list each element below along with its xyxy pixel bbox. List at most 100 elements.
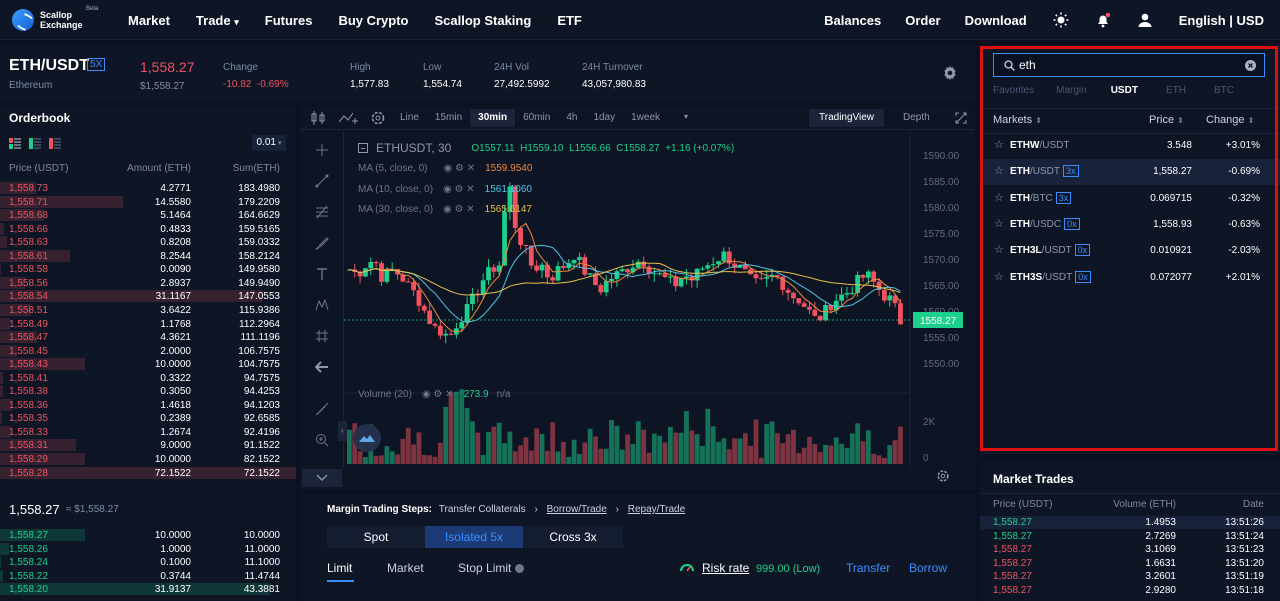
ask-row[interactable]: 1,558.49 1.1768 112.2964	[0, 317, 296, 331]
transfer-button[interactable]: Transfer	[846, 561, 890, 575]
ask-row[interactable]: 1,558.66 0.4833 159.5165	[0, 222, 296, 236]
view-asks-icon[interactable]	[49, 138, 61, 149]
ask-row[interactable]: 1,558.71 14.5580 179.2209	[0, 195, 296, 209]
interval-tab-4h[interactable]: 4h	[558, 109, 585, 127]
ask-row[interactable]: 1,558.41 0.3322 94.7575	[0, 371, 296, 385]
bid-row[interactable]: 1,558.27 10.0000 10.0000	[0, 529, 296, 542]
nav-buy-crypto[interactable]: Buy Crypto	[338, 13, 408, 28]
bid-row[interactable]: 1,558.24 0.1000 11.1000	[0, 556, 296, 569]
nav-balances[interactable]: Balances	[824, 13, 881, 28]
trades-header-date: Date	[1242, 499, 1264, 510]
ask-row[interactable]: 1,558.63 0.8208 159.0332	[0, 236, 296, 249]
mode-cross[interactable]: Cross 3x	[523, 526, 623, 548]
bid-row[interactable]: 1,558.22 0.3744 11.4744	[0, 569, 296, 583]
ask-row[interactable]: 1,558.28 72.1522 72.1522	[0, 466, 296, 480]
brush-icon[interactable]	[315, 236, 329, 250]
collapse-legend-icon[interactable]	[358, 143, 368, 153]
chart-bottom-settings-icon[interactable]	[936, 469, 950, 483]
volume-bar	[411, 444, 416, 464]
nav-order[interactable]: Order	[905, 13, 940, 28]
candle-body	[614, 271, 620, 279]
eye-icon[interactable]: ◉ ⚙ ✕	[422, 389, 454, 400]
language-currency-selector[interactable]: English | USD	[1179, 13, 1264, 28]
back-arrow-icon[interactable]	[315, 360, 329, 374]
candle-type-icon[interactable]	[310, 111, 326, 125]
order-type-limit[interactable]: Limit	[327, 561, 352, 575]
ask-row[interactable]: 1,558.31 9.0000 91.1522	[0, 439, 296, 452]
trades-header-volume: Volume (ETH)	[1113, 499, 1176, 510]
info-icon[interactable]	[514, 564, 524, 574]
zoom-in-icon[interactable]	[315, 433, 329, 447]
nav-etf[interactable]: ETF	[557, 13, 582, 28]
volume-bar	[849, 433, 855, 464]
eye-icon[interactable]: ◉ ⚙ ✕	[443, 184, 475, 195]
indicator-icon[interactable]	[338, 111, 358, 125]
collapse-toolbar-button[interactable]: ‹	[338, 421, 347, 441]
bid-row[interactable]: 1,558.26 1.0000 11.0000	[0, 542, 296, 556]
nav-trade[interactable]: Trade ▾	[196, 13, 239, 28]
eye-icon[interactable]: ◉ ⚙ ✕	[443, 163, 475, 174]
crosshair-icon[interactable]	[315, 143, 329, 157]
ask-row[interactable]: 1,558.61 8.2544 158.2124	[0, 249, 296, 263]
nav-staking[interactable]: Scallop Staking	[435, 13, 532, 28]
ask-row[interactable]: 1,558.51 3.6422 115.9386	[0, 303, 296, 317]
ask-row[interactable]: 1,558.47 4.3621 111.1196	[0, 331, 296, 344]
mode-spot[interactable]: Spot	[327, 526, 425, 548]
interval-tab-1day[interactable]: 1day	[585, 109, 623, 127]
eye-icon[interactable]: ◉ ⚙ ✕	[443, 204, 475, 215]
ma30-legend: MA (30, close, 0) ◉ ⚙ ✕ 1565.6147	[358, 204, 532, 215]
step-repay-link[interactable]: Repay/Trade	[628, 504, 685, 515]
ask-row[interactable]: 1,558.36 1.4618 94.1203	[0, 398, 296, 412]
chevron-down-icon[interactable]: ▾	[684, 112, 688, 121]
ask-row[interactable]: 1,558.38 0.3050 94.4253	[0, 385, 296, 398]
user-avatar-icon[interactable]	[1137, 12, 1153, 28]
ask-depth-bar	[0, 371, 3, 384]
view-bids-icon[interactable]	[29, 138, 41, 149]
ask-row[interactable]: 1,558.58 0.0090 149.9580	[0, 263, 296, 276]
bid-row[interactable]: 1,558.20 31.9137 43.3881	[0, 583, 296, 596]
mode-isolated[interactable]: Isolated 5x	[425, 526, 523, 548]
last-price-usd: $1,558.27	[140, 81, 185, 92]
ask-amount: 1.1768	[160, 318, 191, 330]
precision-select[interactable]: 0.01 ▾	[252, 135, 286, 151]
trend-line-icon[interactable]	[315, 174, 329, 188]
step-borrow-link[interactable]: Borrow/Trade	[547, 504, 607, 515]
logo[interactable]: Scallop Exchange Beta	[12, 6, 130, 31]
view-tab-depth[interactable]: Depth	[893, 109, 940, 127]
interval-tab-60min[interactable]: 60min	[515, 109, 558, 127]
interval-tab-15min[interactable]: 15min	[427, 109, 470, 127]
ask-row[interactable]: 1,558.33 1.2674 92.4196	[0, 425, 296, 439]
chart-settings-gear-icon[interactable]	[370, 110, 386, 126]
borrow-button[interactable]: Borrow	[909, 561, 947, 575]
interval-tab-30min[interactable]: 30min	[470, 109, 516, 127]
notification-bell-icon[interactable]	[1095, 12, 1111, 28]
order-type-stop-limit[interactable]: Stop Limit	[458, 561, 524, 575]
nav-futures[interactable]: Futures	[265, 13, 313, 28]
nav-market[interactable]: Market	[128, 13, 170, 28]
theme-sun-icon[interactable]	[1053, 12, 1069, 28]
risk-rate[interactable]: Risk rate 999.00 (Low)	[702, 561, 820, 575]
text-tool-icon[interactable]	[315, 267, 329, 281]
ask-row[interactable]: 1,558.35 0.2389 92.6585	[0, 412, 296, 425]
candlestick-chart[interactable]: 1590.00 1585.00 1580.00 1575.00 1570.00 1565.…	[344, 131, 975, 469]
order-type-market[interactable]: Market	[387, 561, 424, 575]
measure-icon[interactable]	[315, 329, 329, 343]
ask-row[interactable]: 1,558.45 2.0000 106.7575	[0, 344, 296, 358]
collapse-chart-button[interactable]	[302, 469, 342, 487]
fib-icon[interactable]	[315, 205, 329, 219]
ask-row[interactable]: 1,558.56 2.8937 149.9490	[0, 276, 296, 290]
interval-tab-1week[interactable]: 1week	[623, 109, 668, 127]
ask-row[interactable]: 1,558.73 4.2771 183.4980	[0, 182, 296, 195]
view-tab-tradingview[interactable]: TradingView	[809, 109, 885, 127]
ask-row[interactable]: 1,558.54 31.1167 147.0553	[0, 290, 296, 303]
ruler-icon[interactable]	[315, 402, 329, 416]
view-both-icon[interactable]	[9, 138, 21, 149]
ask-row[interactable]: 1,558.43 10.0000 104.7575	[0, 358, 296, 371]
nav-download[interactable]: Download	[965, 13, 1027, 28]
ask-row[interactable]: 1,558.29 10.0000 82.1522	[0, 453, 296, 466]
interval-tab-line[interactable]: Line	[392, 109, 427, 127]
settings-gear-icon[interactable]	[942, 65, 958, 81]
fullscreen-icon[interactable]	[955, 112, 967, 124]
ask-row[interactable]: 1,558.68 5.1464 164.6629	[0, 209, 296, 222]
pattern-icon[interactable]	[315, 298, 329, 312]
